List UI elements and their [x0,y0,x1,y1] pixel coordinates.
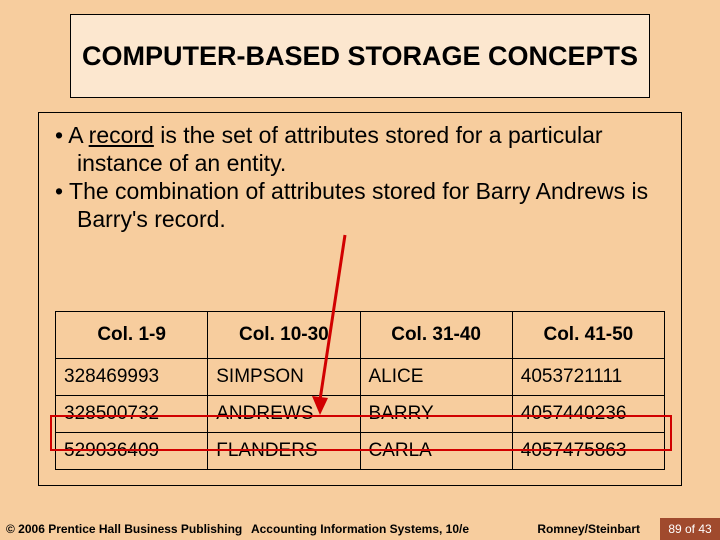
col-header: Col. 41-50 [512,312,664,359]
data-table: Col. 1-9 Col. 10-30 Col. 31-40 Col. 41-5… [55,311,665,470]
cell: 4057440236 [512,396,664,433]
title-box: COMPUTER-BASED STORAGE CONCEPTS [70,14,650,98]
table-row: 529036409 FLANDERS CARLA 4057475863 [56,433,665,470]
cell: 4057475863 [512,433,664,470]
footer-right: Romney/Steinbart [537,522,640,536]
cell: CARLA [360,433,512,470]
cell: 4053721111 [512,359,664,396]
table-row: 328469993 SIMPSON ALICE 4053721111 [56,359,665,396]
cell: ALICE [360,359,512,396]
slide-title: COMPUTER-BASED STORAGE CONCEPTS [82,40,638,72]
bullet-item: A record is the set of attributes stored… [55,121,665,177]
footer: Accounting Information Systems, 10/e © 2… [0,518,720,540]
cell: 328500732 [56,396,208,433]
cell: SIMPSON [208,359,360,396]
cell: ANDREWS [208,396,360,433]
page-number: 89 of 43 [660,518,720,540]
cell: 328469993 [56,359,208,396]
col-header: Col. 10-30 [208,312,360,359]
table-row: 328500732 ANDREWS BARRY 4057440236 [56,396,665,433]
body-box: A record is the set of attributes stored… [38,112,682,486]
col-header: Col. 1-9 [56,312,208,359]
bullet-item: The combination of attributes stored for… [55,177,665,233]
table-header-row: Col. 1-9 Col. 10-30 Col. 31-40 Col. 41-5… [56,312,665,359]
cell: 529036409 [56,433,208,470]
bullet-list: A record is the set of attributes stored… [55,121,665,233]
col-header: Col. 31-40 [360,312,512,359]
slide: COMPUTER-BASED STORAGE CONCEPTS A record… [0,0,720,540]
cell: FLANDERS [208,433,360,470]
cell: BARRY [360,396,512,433]
footer-left: © 2006 Prentice Hall Business Publishing [6,522,242,536]
